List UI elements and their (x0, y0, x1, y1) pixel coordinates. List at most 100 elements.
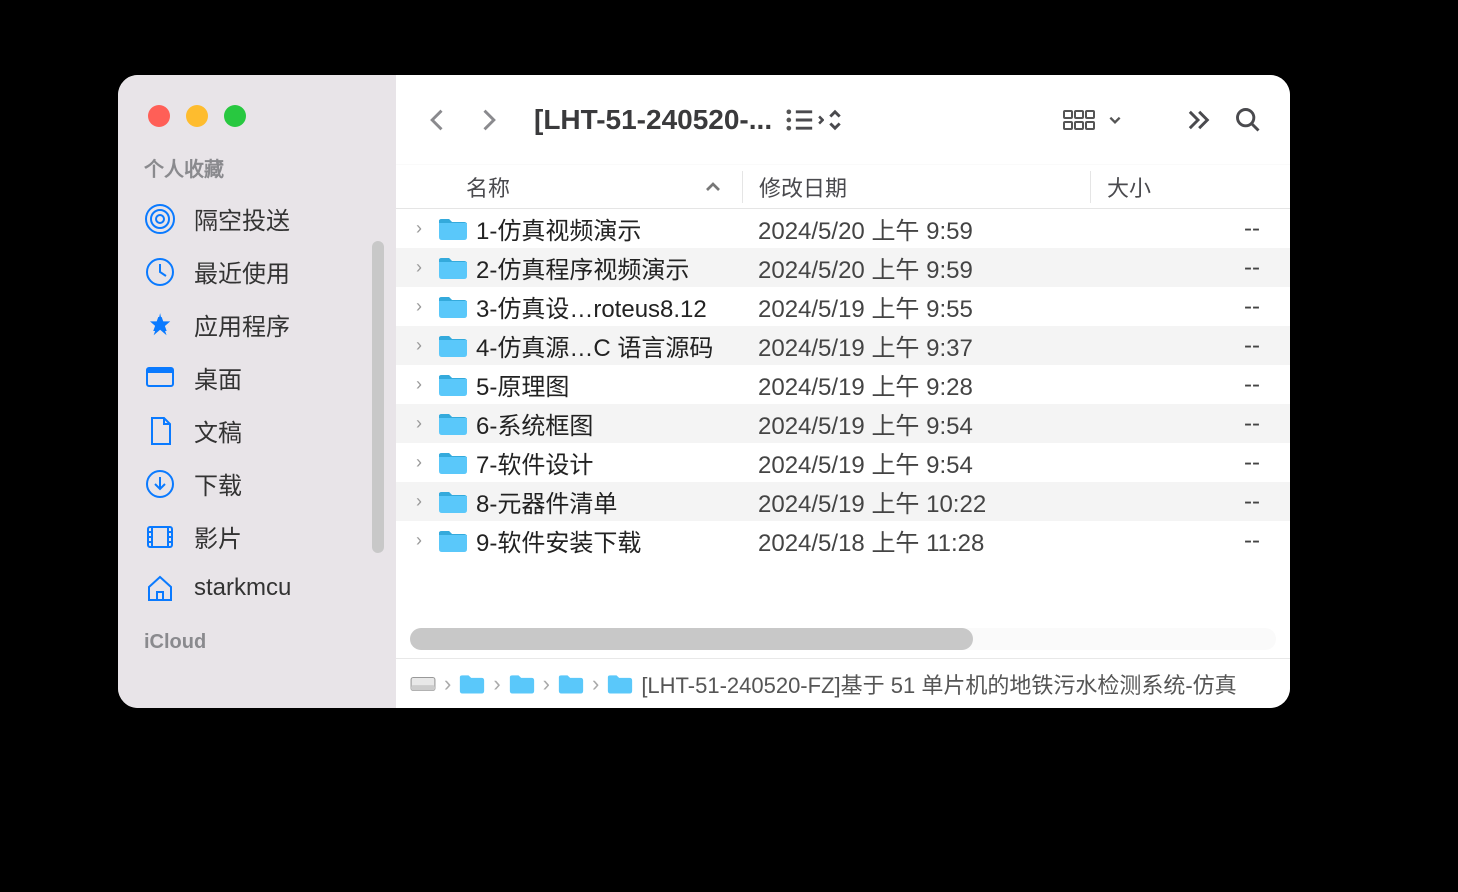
list-view-button[interactable] (784, 106, 842, 134)
file-name-label: 7-软件设计 (476, 445, 593, 480)
sidebar-item-apps[interactable]: A应用程序 (118, 298, 396, 351)
path-current-folder[interactable]: [LHT-51-240520-FZ]基于 51 单片机的地铁污水检测系统-仿真 (641, 668, 1236, 700)
folder-icon[interactable] (607, 673, 633, 695)
sidebar-item-downloads[interactable]: 下载 (118, 457, 396, 510)
file-row[interactable]: ›9-软件安装下载2024/5/18 上午 11:28-- (396, 521, 1290, 560)
disclosure-triangle[interactable]: › (416, 491, 430, 512)
more-toolbar-button[interactable] (1184, 106, 1212, 134)
finder-window: 个人收藏 隔空投送最近使用A应用程序桌面文稿下载影片starkmcu iClou… (118, 75, 1290, 708)
search-button[interactable] (1234, 106, 1262, 134)
disclosure-triangle[interactable]: › (416, 218, 430, 239)
folder-icon (438, 412, 468, 436)
sidebar-item-airdrop[interactable]: 隔空投送 (118, 192, 396, 245)
file-name-label: 6-系统框图 (476, 406, 593, 441)
column-header-name-label: 名称 (466, 171, 510, 203)
desktop-icon (144, 362, 176, 394)
sidebar-item-home[interactable]: starkmcu (118, 563, 396, 613)
minimize-window-button[interactable] (186, 105, 208, 127)
file-name-label: 4-仿真源…C 语言源码 (476, 328, 713, 363)
search-icon (1234, 106, 1262, 134)
forward-button[interactable] (474, 106, 502, 134)
disclosure-triangle[interactable]: › (416, 296, 430, 317)
horizontal-scrollbar-thumb[interactable] (410, 628, 973, 650)
folder-icon (438, 451, 468, 475)
column-headers: 名称 修改日期 大小 (396, 165, 1290, 209)
sidebar-item-label: 下载 (194, 466, 242, 501)
disclosure-triangle[interactable]: › (416, 257, 430, 278)
back-button[interactable] (424, 106, 452, 134)
column-header-date[interactable]: 修改日期 (742, 171, 1090, 203)
file-name-label: 5-原理图 (476, 367, 569, 402)
file-row[interactable]: ›1-仿真视频演示2024/5/20 上午 9:59-- (396, 209, 1290, 248)
file-date-cell: 2024/5/20 上午 9:59 (742, 211, 1090, 246)
file-list: ›1-仿真视频演示2024/5/20 上午 9:59--›2-仿真程序视频演示2… (396, 209, 1290, 620)
disclosure-triangle[interactable]: › (416, 413, 430, 434)
folder-icon[interactable] (459, 673, 485, 695)
file-name-label: 8-元器件清单 (476, 484, 617, 519)
disclosure-triangle[interactable]: › (416, 335, 430, 356)
folder-icon (438, 529, 468, 553)
folder-icon[interactable] (558, 673, 584, 695)
disclosure-triangle[interactable]: › (416, 530, 430, 551)
svg-text:A: A (153, 314, 167, 336)
sidebar-item-label: starkmcu (194, 574, 291, 602)
column-header-size[interactable]: 大小 (1090, 171, 1290, 203)
disclosure-triangle[interactable]: › (416, 374, 430, 395)
file-row[interactable]: ›8-元器件清单2024/5/19 上午 10:22-- (396, 482, 1290, 521)
file-size-cell: -- (1090, 332, 1290, 360)
file-name-label: 2-仿真程序视频演示 (476, 250, 689, 285)
file-date-cell: 2024/5/19 上午 9:54 (742, 445, 1090, 480)
downloads-icon (144, 468, 176, 500)
sidebar-item-movies[interactable]: 影片 (118, 510, 396, 563)
airdrop-icon (144, 203, 176, 235)
fullscreen-window-button[interactable] (224, 105, 246, 127)
file-name-cell: ›1-仿真视频演示 (396, 211, 742, 246)
sidebar-section-icloud: iCloud (118, 631, 396, 664)
toolbar: [LHT-51-240520-... (396, 75, 1290, 165)
chevron-left-icon (424, 106, 452, 134)
chevron-double-right-icon (1184, 106, 1212, 134)
file-date-cell: 2024/5/18 上午 11:28 (742, 523, 1090, 558)
disclosure-triangle[interactable]: › (416, 452, 430, 473)
file-name-label: 9-软件安装下载 (476, 523, 641, 558)
file-row[interactable]: ›2-仿真程序视频演示2024/5/20 上午 9:59-- (396, 248, 1290, 287)
file-name-cell: › 2-仿真程序视频演示 (396, 250, 742, 285)
main-area: [LHT-51-240520-... (396, 75, 1290, 708)
file-row[interactable]: › 7-软件设计 2024/5/19 上午 9:54-- (396, 443, 1290, 482)
path-separator: › (592, 671, 599, 697)
sidebar-item-desktop[interactable]: 桌面 (118, 351, 396, 404)
recents-icon (144, 256, 176, 288)
window-title: [LHT-51-240520-... (534, 104, 772, 136)
folder-icon (438, 256, 468, 280)
chevron-right-icon (474, 106, 502, 134)
file-row[interactable]: ›4-仿真源…C 语言源码2024/5/19 上午 9:37-- (396, 326, 1290, 365)
path-separator: › (444, 671, 451, 697)
folder-icon (438, 295, 468, 319)
sidebar-scrollbar-thumb[interactable] (372, 241, 384, 553)
file-name-cell: › 5-原理图 (396, 367, 742, 402)
disk-icon[interactable] (410, 673, 436, 695)
grid-group-icon (1062, 106, 1102, 134)
sidebar-item-label: 隔空投送 (194, 201, 290, 236)
file-size-cell: -- (1090, 410, 1290, 438)
file-row[interactable]: › 6-系统框图 2024/5/19 上午 9:54-- (396, 404, 1290, 443)
file-date-cell: 2024/5/19 上午 9:28 (742, 367, 1090, 402)
sidebar-item-label: 桌面 (194, 360, 242, 395)
documents-icon (144, 415, 176, 447)
folder-icon[interactable] (509, 673, 535, 695)
file-date-cell: 2024/5/19 上午 9:54 (742, 406, 1090, 441)
close-window-button[interactable] (148, 105, 170, 127)
file-name-label: 3-仿真设…roteus8.12 (476, 289, 707, 324)
movies-icon (144, 521, 176, 553)
file-size-cell: -- (1090, 449, 1290, 477)
file-name-cell: › 8-元器件清单 (396, 484, 742, 519)
column-header-name[interactable]: 名称 (396, 171, 742, 203)
sidebar-item-documents[interactable]: 文稿 (118, 404, 396, 457)
file-row[interactable]: ›3-仿真设…roteus8.122024/5/19 上午 9:55-- (396, 287, 1290, 326)
sidebar-item-recents[interactable]: 最近使用 (118, 245, 396, 298)
file-row[interactable]: ›5-原理图2024/5/19 上午 9:28-- (396, 365, 1290, 404)
home-icon (144, 572, 176, 604)
folder-icon (438, 373, 468, 397)
horizontal-scrollbar-track[interactable] (410, 628, 1276, 650)
group-by-button[interactable] (1062, 106, 1122, 134)
